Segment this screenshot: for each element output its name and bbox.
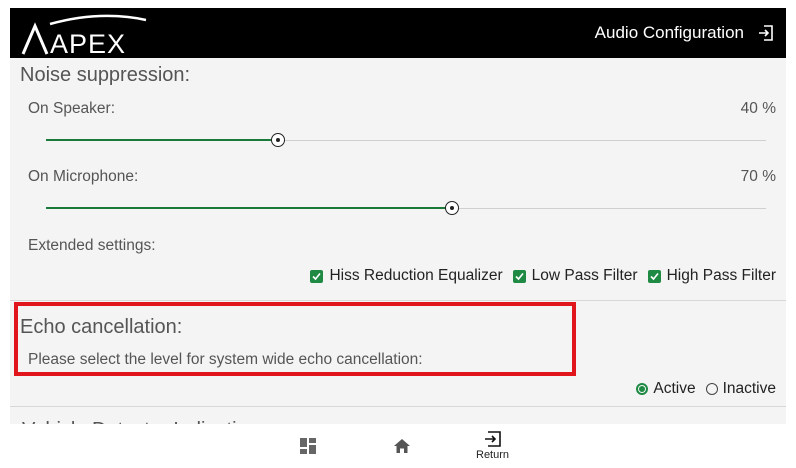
next-section-title: Vehicle Detector Indication xyxy=(22,416,259,424)
speaker-label: On Speaker: xyxy=(28,100,116,117)
home-button[interactable] xyxy=(393,438,411,454)
noise-suppression-title: Noise suppression: xyxy=(20,64,191,86)
microphone-slider[interactable] xyxy=(46,200,766,218)
app-window: APEX Audio Configuration Noise suppressi… xyxy=(10,8,786,464)
slider-fill xyxy=(46,207,452,209)
apex-logo: APEX xyxy=(21,14,147,56)
logo-text: APEX xyxy=(50,29,126,56)
microphone-label: On Microphone: xyxy=(28,168,139,185)
page-title: Audio Configuration xyxy=(594,23,744,42)
checkbox-checked-icon[interactable] xyxy=(647,269,661,283)
exit-icon[interactable] xyxy=(756,23,776,43)
inactive-label: Inactive xyxy=(722,380,776,397)
speaker-value: 40 % xyxy=(740,100,776,117)
bottom-nav: Return xyxy=(10,424,786,464)
radio-selected-icon[interactable] xyxy=(636,383,649,395)
high-pass-label: High Pass Filter xyxy=(666,267,776,284)
microphone-value: 70 % xyxy=(740,168,776,185)
low-pass-label: Low Pass Filter xyxy=(531,267,638,284)
hiss-reduction-checkbox[interactable]: Hiss Reduction Equalizer xyxy=(310,267,503,285)
low-pass-checkbox[interactable]: Low Pass Filter xyxy=(512,267,638,285)
slider-fill xyxy=(46,139,278,141)
section-divider xyxy=(10,406,786,407)
top-bar: APEX Audio Configuration xyxy=(10,8,786,58)
echo-cancellation-options: Active Inactive xyxy=(636,380,776,398)
return-icon xyxy=(484,431,501,447)
slider-handle[interactable] xyxy=(271,133,285,147)
return-label: Return xyxy=(476,449,510,461)
slider-handle[interactable] xyxy=(445,201,459,215)
speaker-slider[interactable] xyxy=(46,132,766,150)
extended-settings-label: Extended settings: xyxy=(28,237,156,254)
active-label: Active xyxy=(653,380,696,397)
dashboard-button[interactable] xyxy=(300,438,316,454)
return-button[interactable]: Return xyxy=(476,430,509,461)
hiss-reduction-label: Hiss Reduction Equalizer xyxy=(329,267,503,284)
echo-cancellation-description: Please select the level for system wide … xyxy=(28,351,423,368)
extended-options: Hiss Reduction Equalizer Low Pass Filter… xyxy=(310,266,776,286)
echo-cancellation-title: Echo cancellation: xyxy=(20,316,183,338)
home-icon xyxy=(394,439,410,453)
active-radio[interactable]: Active xyxy=(636,380,696,398)
checkbox-checked-icon[interactable] xyxy=(512,269,526,283)
section-divider xyxy=(10,300,786,301)
checkbox-checked-icon[interactable] xyxy=(310,269,324,283)
high-pass-checkbox[interactable]: High Pass Filter xyxy=(647,267,776,285)
dashboard-icon xyxy=(300,438,316,454)
radio-unselected-icon[interactable] xyxy=(705,383,718,395)
inactive-radio[interactable]: Inactive xyxy=(705,380,776,398)
